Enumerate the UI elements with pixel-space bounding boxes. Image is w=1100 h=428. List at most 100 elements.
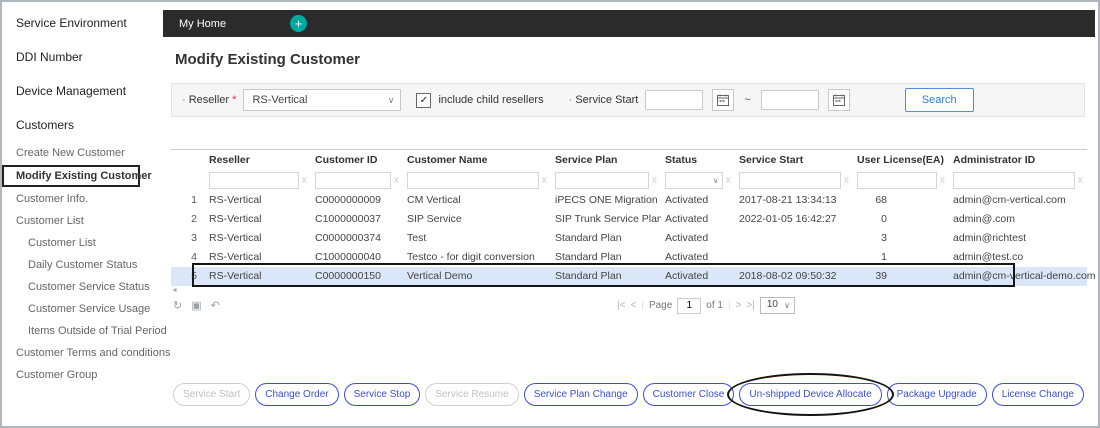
calendar-from-button[interactable] (712, 89, 735, 111)
refresh-icon[interactable]: ↻ (173, 299, 182, 312)
column-header-customer-name[interactable]: Customer Name (403, 150, 551, 171)
bullet: · (568, 94, 573, 106)
sidebar-item-service-environment[interactable]: Service Environment (2, 6, 163, 40)
tab-my-home[interactable]: My Home (163, 18, 242, 30)
table-row-C0000000009[interactable]: 1 RS-Vertical C0000000009 CM Vertical iPECS … (171, 191, 1087, 210)
first-page-icon[interactable]: |< (617, 300, 625, 311)
search-button[interactable]: Search (904, 88, 974, 112)
reseller-filter-input[interactable] (209, 172, 299, 189)
cell: Activated (665, 194, 709, 206)
action-bar: Service Start Change Order Service Stop Ser… (173, 373, 1084, 416)
prev-page-icon[interactable]: < (630, 300, 636, 311)
include-child-resellers-checkbox[interactable]: ✓ (416, 92, 432, 108)
status-filter-select[interactable]: ∨ (665, 172, 723, 189)
sidebar-item-customer-terms-and-conditions[interactable]: Customer Terms and conditions (2, 342, 170, 364)
clear-filter-icon[interactable]: X (302, 176, 307, 185)
clear-filter-icon[interactable]: X (542, 176, 547, 185)
sidebar-item-customer-service-usage[interactable]: Customer Service Usage (2, 298, 163, 320)
cell: 2018-08-02 09:50:32 (739, 270, 837, 282)
bullet: · (182, 94, 186, 106)
sidebar-item-ddi-number[interactable]: DDI Number (2, 40, 163, 74)
sidebar-item-daily-customer-status[interactable]: Daily Customer Status (2, 254, 163, 276)
sidebar-item-device-management[interactable]: Device Management (2, 74, 163, 108)
sidebar-item-customer-group[interactable]: Customer Group (2, 364, 163, 386)
cell: 39 (875, 270, 887, 282)
table-row-C0000000374[interactable]: 3 RS-Vertical C0000000374 Test Standard Plan… (171, 229, 1087, 248)
customer-id-filter-input[interactable] (315, 172, 391, 189)
pager-divider: | (641, 300, 644, 311)
service-plan-change-button[interactable]: Service Plan Change (523, 383, 638, 406)
cell: 3 (191, 232, 197, 244)
customer-table: Reseller Customer ID Customer Name Service … (171, 149, 1096, 286)
service-resume-button: Service Resume (425, 383, 519, 406)
service-start-from-input[interactable] (645, 90, 704, 110)
sidebar-item-customer-list[interactable]: Customer List (2, 232, 163, 254)
table-row-C1000000040[interactable]: 4 RS-Vertical C1000000040 Testco - for digi… (171, 248, 1087, 267)
user-license-ea-filter-input[interactable] (857, 172, 937, 189)
last-page-icon[interactable]: >| (746, 300, 754, 311)
cell: RS-Vertical (209, 270, 262, 282)
cell: C0000000374 (315, 232, 381, 244)
cell: C1000000037 (315, 213, 381, 225)
clear-filter-icon[interactable]: X (1078, 176, 1083, 185)
reseller-select[interactable]: RS-Vertical ∨ (243, 89, 402, 111)
cell: Activated (665, 270, 709, 282)
administrator-id-filter-input[interactable] (953, 172, 1075, 189)
column-header-reseller[interactable]: Reseller (205, 150, 311, 171)
add-tab-button[interactable]: + (290, 15, 308, 32)
sidebar-item-customers[interactable]: Customers (2, 108, 163, 142)
service-stop-button[interactable]: Service Stop (343, 383, 421, 406)
column-header-customer-id[interactable]: Customer ID (311, 150, 403, 171)
next-page-icon[interactable]: > (736, 300, 742, 311)
sidebar-item-create-new-customer[interactable]: Create New Customer (2, 142, 163, 164)
grid-icon[interactable]: ▣ (191, 299, 201, 312)
un-shipped-device-allocate-button[interactable]: Un-shipped Device Allocate (739, 383, 882, 406)
clear-filter-icon[interactable]: X (394, 176, 399, 185)
table-row-C1000000037[interactable]: 2 RS-Vertical C1000000037 SIP Service SIP Tr… (171, 210, 1087, 229)
clear-filter-icon[interactable]: X (726, 176, 731, 185)
clear-filter-icon[interactable]: X (940, 176, 945, 185)
service-start-button: Service Start (173, 383, 251, 406)
cell: 2017-08-21 13:34:13 (739, 194, 837, 206)
change-order-button[interactable]: Change Order (255, 383, 339, 406)
calendar-to-button[interactable] (827, 89, 850, 111)
service-plan-filter-input[interactable] (555, 172, 649, 189)
page-size-select[interactable]: 10 ∨ (759, 297, 795, 314)
service-start-to-input[interactable] (760, 90, 819, 110)
column-header-status[interactable]: Status (661, 150, 735, 171)
page-of-label: of 1 (706, 300, 723, 311)
page-label: Page (648, 300, 673, 311)
sidebar-item-modify-existing-customer[interactable]: Modify Existing Customer (2, 165, 152, 187)
sidebar-item-customer-info[interactable]: Customer Info. (2, 188, 163, 210)
page-number-input[interactable] (677, 297, 702, 314)
cell: Test (407, 232, 427, 244)
hscroll-left-icon[interactable]: ◄ (171, 287, 178, 294)
cell: SIP Trunk Service Plan (555, 213, 661, 225)
grid-toolbar: ↻ ▣ ↶ (173, 299, 220, 312)
sidebar-item-items-outside-of-trial-period[interactable]: Items Outside of Trial Period (2, 320, 167, 342)
column-header-service-plan[interactable]: Service Plan (551, 150, 661, 171)
column-header-user-license-ea[interactable]: User License(EA) (853, 150, 949, 171)
cell: iPECS ONE Migration Ser (555, 194, 661, 206)
column-header-administrator-id[interactable]: Administrator ID (949, 150, 1087, 171)
license-change-button[interactable]: License Change (991, 383, 1084, 406)
service-start-filter-input[interactable] (739, 172, 841, 189)
table-row-C0000000150[interactable]: 5 RS-Vertical C0000000150 Vertical Demo Stan… (171, 266, 1096, 286)
customer-name-filter-input[interactable] (407, 172, 539, 189)
table-filter-row: X X X X ∨ X X X X (171, 171, 1087, 191)
cell (735, 229, 853, 248)
package-upgrade-button[interactable]: Package Upgrade (886, 383, 987, 406)
sidebar-item-customer-service-status[interactable]: Customer Service Status (2, 276, 163, 298)
sidebar-item-customer-list[interactable]: Customer List (2, 210, 163, 232)
clear-filter-icon[interactable]: X (844, 176, 849, 185)
clear-filter-icon[interactable]: X (652, 176, 657, 185)
customer-close-button[interactable]: Customer Close (642, 383, 735, 406)
main-content: Modify Existing Customer · Reseller * RS… (163, 37, 1096, 423)
cell: 1 (881, 251, 887, 263)
plus-icon: + (294, 16, 303, 31)
cell: 1 (191, 194, 197, 206)
undo-icon[interactable]: ↶ (211, 299, 220, 312)
calendar-icon (717, 94, 730, 106)
column-header-service-start[interactable]: Service Start (735, 150, 853, 171)
cell: RS-Vertical (209, 213, 262, 225)
